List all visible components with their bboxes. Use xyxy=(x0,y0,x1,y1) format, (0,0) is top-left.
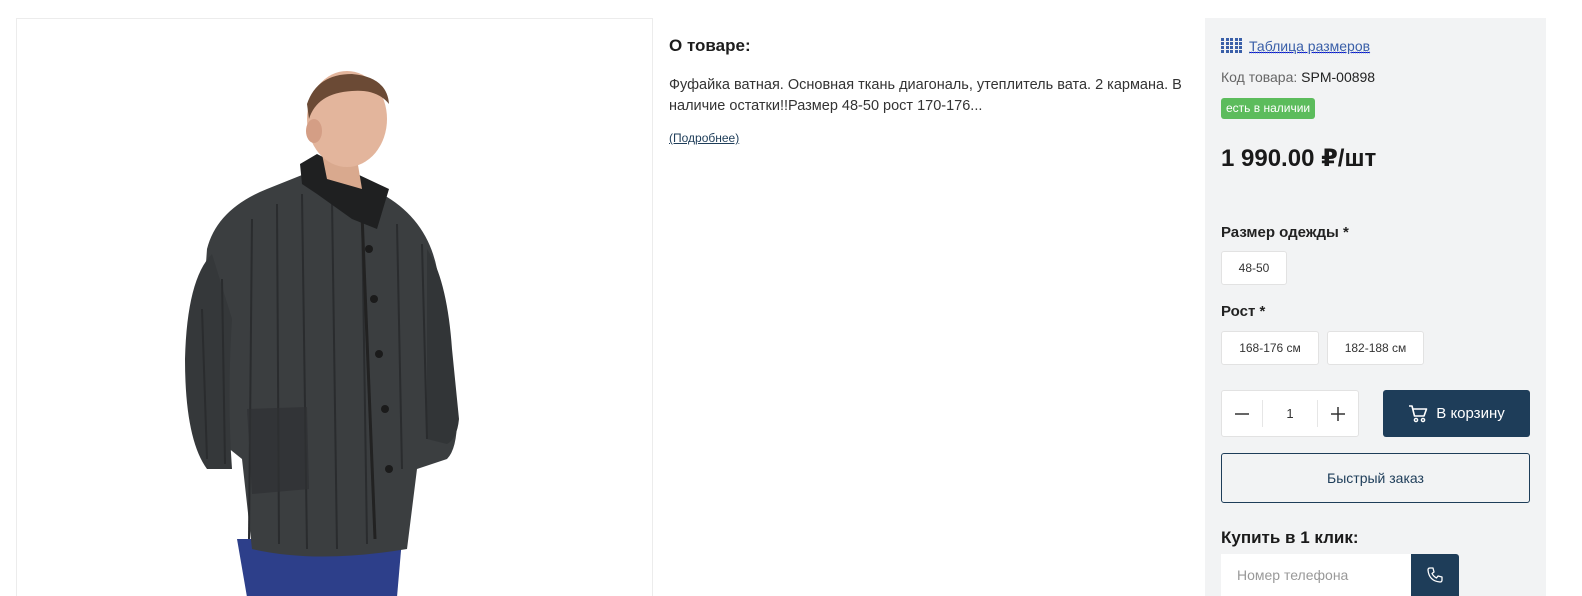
stock-badge: есть в наличии xyxy=(1221,98,1316,119)
size-option[interactable]: 48-50 xyxy=(1221,251,1287,285)
product-image[interactable] xyxy=(16,18,653,596)
sku-label: Код товара: xyxy=(1221,69,1298,85)
size-label: Размер одежды * xyxy=(1221,224,1349,241)
jacket-photo xyxy=(185,71,459,596)
purchase-panel: Таблица размеров Код товара: SPM-00898 е… xyxy=(1205,18,1546,596)
phone-icon xyxy=(1427,567,1443,583)
product-page: О товаре: Фуфайка ватная. Основная ткань… xyxy=(0,0,1582,596)
height-option[interactable]: 168-176 см xyxy=(1221,331,1319,365)
plus-icon xyxy=(1331,406,1345,421)
size-table-label: Таблица размеров xyxy=(1249,38,1371,54)
quantity-stepper: 1 xyxy=(1221,390,1359,437)
about-title: О товаре: xyxy=(669,36,751,55)
size-table-link[interactable]: Таблица размеров xyxy=(1221,38,1370,54)
sku-value: SPM-00898 xyxy=(1301,69,1376,85)
one-click-title: Купить в 1 клик: xyxy=(1221,528,1359,547)
add-to-cart-button[interactable]: В корзину xyxy=(1383,390,1530,437)
phone-submit-button[interactable] xyxy=(1411,554,1459,596)
grid-icon xyxy=(1221,38,1243,54)
minus-icon xyxy=(1235,412,1249,415)
phone-input[interactable] xyxy=(1221,554,1411,596)
quantity-value[interactable]: 1 xyxy=(1262,400,1318,427)
cart-button-label: В корзину xyxy=(1436,405,1505,422)
more-link[interactable]: (Подробнее) xyxy=(669,131,739,145)
height-label: Рост * xyxy=(1221,303,1266,320)
price: 1 990.00 ₽/шт xyxy=(1221,145,1377,172)
about-text: Фуфайка ватная. Основная ткань диагональ… xyxy=(669,77,1182,114)
product-description: О товаре: Фуфайка ватная. Основная ткань… xyxy=(669,34,1189,147)
height-option[interactable]: 182-188 см xyxy=(1327,331,1424,365)
cart-icon xyxy=(1409,404,1428,422)
quick-order-button[interactable]: Быстрый заказ xyxy=(1221,453,1530,503)
plus-button[interactable] xyxy=(1318,391,1358,436)
sku: Код товара: SPM-00898 xyxy=(1221,69,1375,85)
minus-button[interactable] xyxy=(1222,391,1262,436)
